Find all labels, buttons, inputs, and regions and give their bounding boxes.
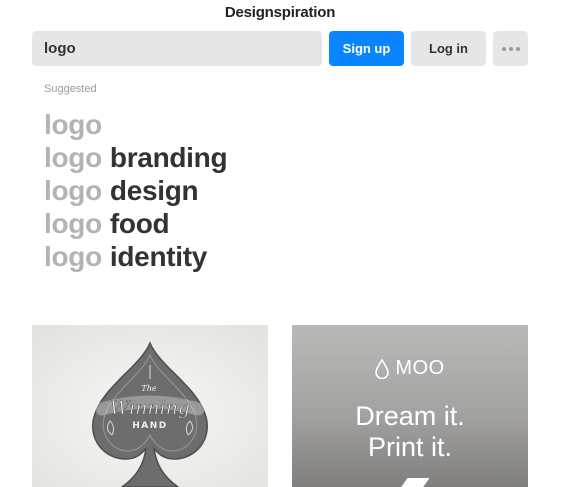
moo-tagline-1: Dream it. bbox=[355, 401, 465, 431]
drop-icon bbox=[375, 358, 390, 379]
suggestion-prefix: logo bbox=[44, 109, 102, 140]
suggestion-prefix: logo bbox=[44, 175, 102, 206]
moo-card-corner bbox=[400, 478, 430, 487]
suggested-heading: Suggested bbox=[44, 83, 97, 95]
suggestion-suffix: food bbox=[109, 208, 170, 239]
suggestion-prefix: logo bbox=[44, 208, 102, 239]
moo-tagline-2: Print it. bbox=[367, 432, 453, 462]
suggestion-item[interactable]: logo bbox=[44, 108, 227, 141]
login-button[interactable]: Log in bbox=[411, 31, 486, 66]
site-logo[interactable]: Designspiration bbox=[0, 4, 560, 21]
suggestion-item[interactable]: logo identity bbox=[44, 240, 227, 273]
suggestion-item[interactable]: logo food bbox=[44, 207, 227, 240]
search-input[interactable] bbox=[32, 31, 322, 66]
more-menu-button[interactable] bbox=[493, 31, 528, 66]
signup-button[interactable]: Sign up bbox=[329, 31, 404, 66]
card-lettering-the: The bbox=[141, 384, 156, 393]
card-lettering-main: Winning bbox=[110, 397, 190, 419]
suggestion-suffix: branding bbox=[109, 142, 228, 173]
moo-logo: MOO bbox=[292, 357, 528, 380]
spade-icon: Winning The HAND bbox=[32, 325, 268, 487]
image-card-moo-ad[interactable]: MOO Dream it. Print it. bbox=[292, 325, 528, 487]
suggestion-suffix: identity bbox=[109, 241, 208, 272]
ellipsis-icon bbox=[501, 46, 520, 51]
suggestion-list: logo logo branding logo design logo food lo… bbox=[44, 108, 228, 273]
suggestion-item[interactable]: logo design bbox=[44, 174, 227, 207]
moo-brand-text: MOO bbox=[395, 357, 445, 379]
suggestion-prefix: logo bbox=[44, 142, 102, 173]
suggestion-item[interactable]: logo branding bbox=[44, 141, 228, 174]
suggestion-prefix: logo bbox=[44, 241, 102, 272]
card-lettering-hand: HAND bbox=[132, 421, 168, 431]
suggestion-suffix: design bbox=[109, 175, 199, 206]
image-card-winning-hand[interactable]: Winning The HAND bbox=[32, 325, 268, 487]
